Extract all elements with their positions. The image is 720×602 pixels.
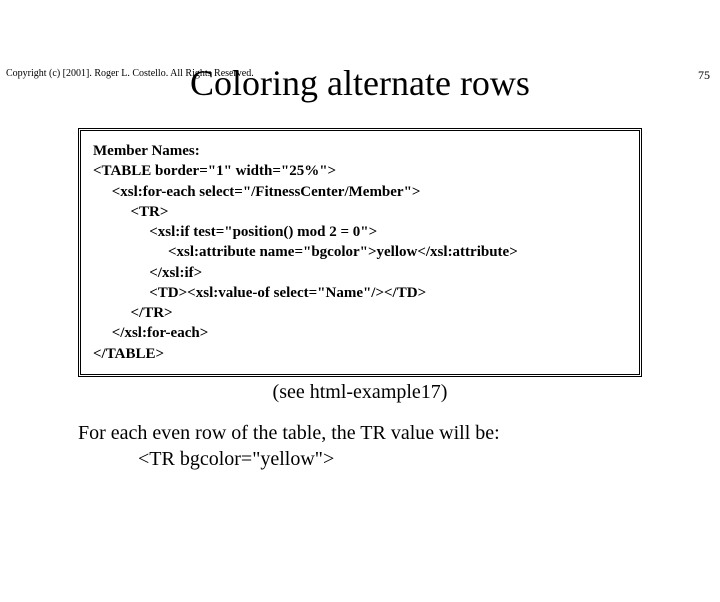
code-line: </TABLE> xyxy=(93,346,164,362)
explain-line-2: <TR bgcolor="yellow"> xyxy=(138,446,642,472)
code-line: <xsl:attribute name="bgcolor">yellow</xs… xyxy=(93,244,518,260)
code-line: </xsl:for-each> xyxy=(93,325,208,341)
code-line: <TR> xyxy=(93,204,168,220)
copyright-text: Copyright (c) [2001]. Roger L. Costello.… xyxy=(6,68,254,79)
code-line: <xsl:if test="position() mod 2 = 0"> xyxy=(93,224,377,240)
code-line: <TABLE border="1" width="25%"> xyxy=(93,163,336,179)
code-line: <TD><xsl:value-of select="Name"/></TD> xyxy=(93,285,426,301)
page-number: 75 xyxy=(698,68,710,83)
code-box: Member Names: <TABLE border="1" width="2… xyxy=(78,128,642,377)
explanation: For each even row of the table, the TR v… xyxy=(78,420,642,472)
note-text: (see html-example17) xyxy=(0,381,720,404)
code-line: Member Names: xyxy=(93,143,200,159)
code-line: </TR> xyxy=(93,305,173,321)
code-line: <xsl:for-each select="/FitnessCenter/Mem… xyxy=(93,184,420,200)
code-line: </xsl:if> xyxy=(93,265,202,281)
explain-line-1: For each even row of the table, the TR v… xyxy=(78,420,642,446)
